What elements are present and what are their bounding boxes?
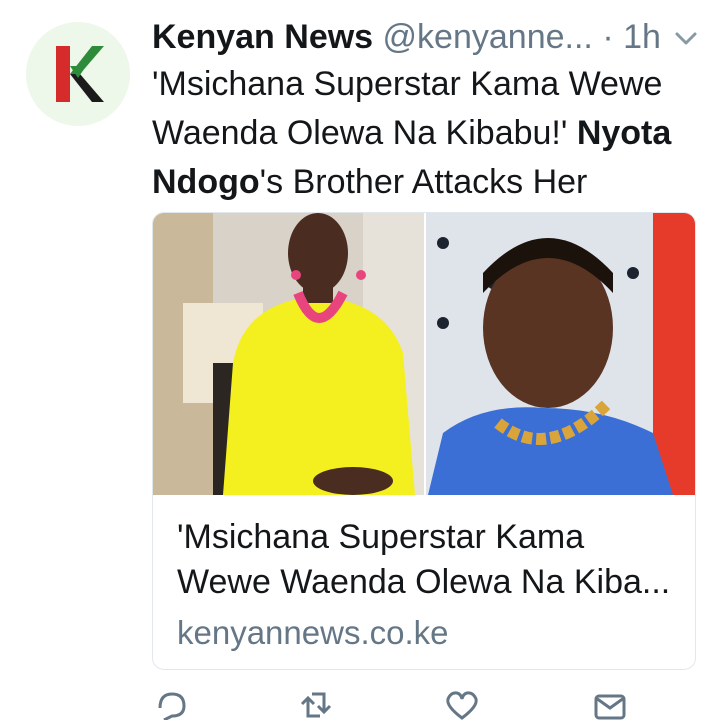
- card-title: 'Msichana Superstar Kama Wewe Waenda Ole…: [177, 515, 677, 605]
- share-icon[interactable]: [592, 690, 628, 720]
- tweet-text: 'Msichana Superstar Kama Wewe Waenda Ole…: [152, 60, 712, 207]
- card-image: [153, 213, 695, 495]
- like-icon[interactable]: [444, 690, 480, 720]
- card-title-line2: Wewe Waenda Olewa Na Kiba...: [177, 563, 671, 601]
- tweet-header: Kenyan News @kenyanne... · 1h: [152, 14, 702, 60]
- tweet-actions: [152, 690, 672, 720]
- tweet-text-part2: 's Brother Attacks Her: [259, 163, 588, 201]
- avatar[interactable]: [26, 22, 130, 126]
- account-handle[interactable]: @kenyanne...: [383, 18, 593, 56]
- link-card[interactable]: 'Msichana Superstar Kama Wewe Waenda Ole…: [152, 212, 696, 670]
- card-domain: kenyannews.co.ke: [177, 614, 449, 651]
- chevron-down-icon[interactable]: [672, 26, 700, 50]
- reply-icon[interactable]: [154, 690, 190, 720]
- card-title-line1: 'Msichana Superstar Kama: [177, 518, 585, 556]
- kenyan-news-logo-icon: [56, 46, 104, 102]
- retweet-icon[interactable]: [298, 690, 334, 720]
- tweet-timestamp[interactable]: 1h: [623, 18, 661, 56]
- account-name[interactable]: Kenyan News: [152, 18, 373, 56]
- separator-dot: ·: [602, 18, 614, 56]
